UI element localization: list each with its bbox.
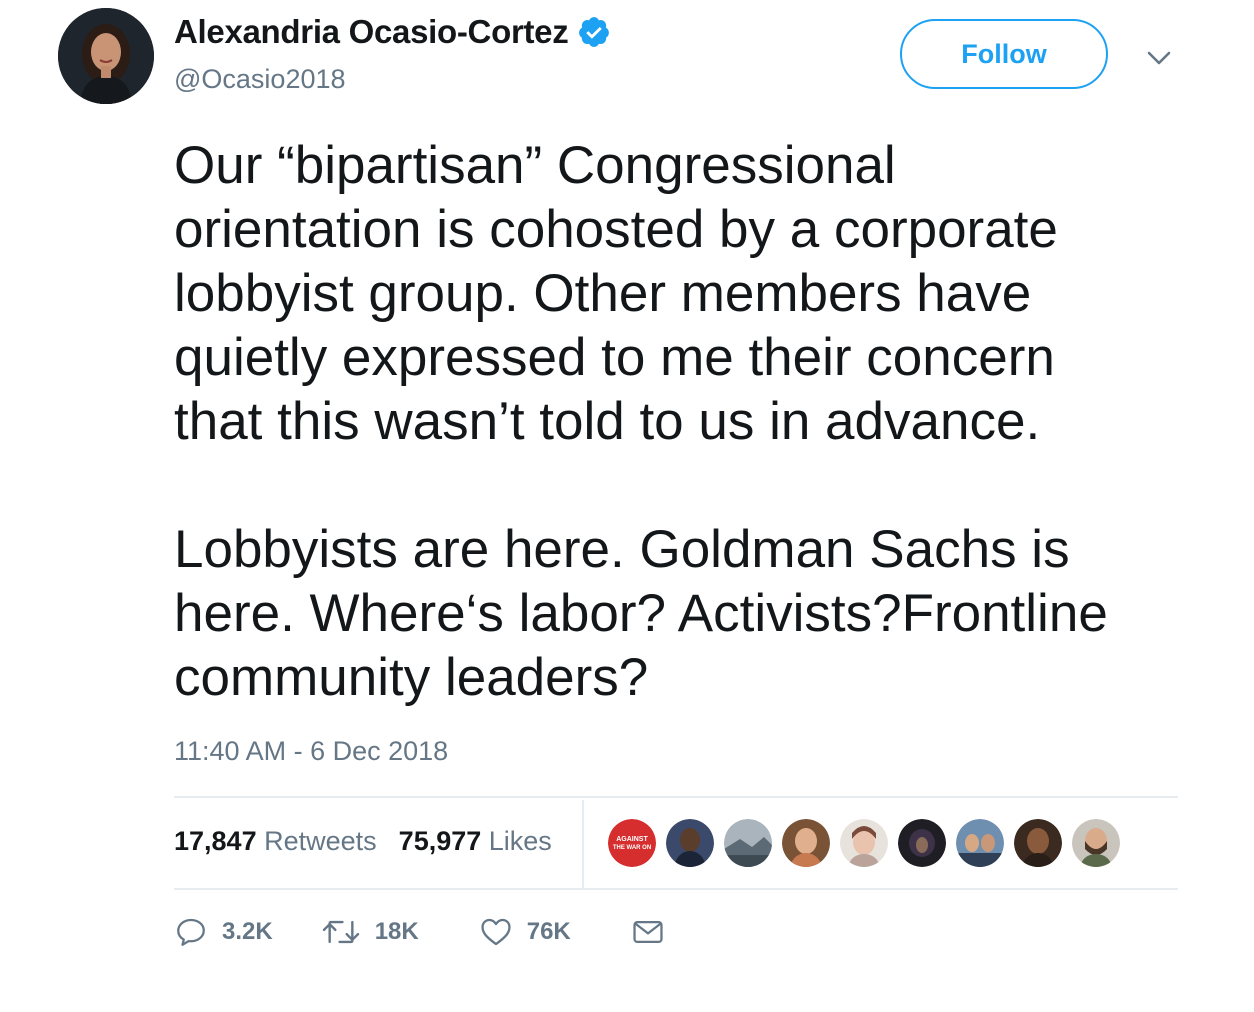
retweets-label: Retweets xyxy=(264,826,377,856)
tweet-text: Our “bipartisan” Congressional orientati… xyxy=(174,134,1204,710)
like-count: 76K xyxy=(526,918,571,945)
stats-bottom-divider xyxy=(174,888,1178,890)
author-avatar[interactable] xyxy=(58,8,154,104)
likes-label: Likes xyxy=(488,826,552,856)
liker-avatar-4[interactable] xyxy=(782,819,830,867)
direct-message-button[interactable] xyxy=(631,915,665,949)
liker-avatar-8[interactable] xyxy=(1014,819,1062,867)
heart-icon xyxy=(481,918,511,946)
retweet-count: 18K xyxy=(374,918,419,945)
author-name-row: Alexandria Ocasio-Cortez xyxy=(174,13,611,51)
liker-avatar-1[interactable]: AGAINST THE WAR ON xyxy=(608,819,656,867)
liker-avatar-3[interactable] xyxy=(724,819,772,867)
liker-avatar-2[interactable] xyxy=(666,819,714,867)
liker-avatar-1-text-1: AGAINST xyxy=(616,836,648,843)
liker-avatar-5[interactable] xyxy=(840,819,888,867)
reply-button[interactable]: 3.2K xyxy=(174,915,273,949)
envelope-icon xyxy=(633,920,663,944)
tweet-stats: 17,847 Retweets 75,977 Likes xyxy=(174,826,574,857)
reply-icon xyxy=(177,918,205,946)
author-display-name[interactable]: Alexandria Ocasio-Cortez xyxy=(174,13,569,51)
tweet-paragraph-1: Our “bipartisan” Congressional orientati… xyxy=(174,136,1058,451)
liker-avatar-6[interactable] xyxy=(898,819,946,867)
liker-avatars: AGAINST THE WAR ON xyxy=(608,819,1130,867)
tweet-paragraph-2: Lobbyists are here. Goldman Sachs is her… xyxy=(174,520,1108,707)
retweets-stat[interactable]: 17,847 Retweets xyxy=(174,826,377,857)
tweet-timestamp[interactable]: 11:40 AM - 6 Dec 2018 xyxy=(174,736,448,767)
author-handle[interactable]: @Ocasio2018 xyxy=(174,64,346,95)
retweets-count: 17,847 xyxy=(174,826,257,856)
liker-avatar-9[interactable] xyxy=(1072,819,1120,867)
chevron-down-icon[interactable] xyxy=(1144,46,1174,70)
stats-separator xyxy=(582,800,584,890)
likes-count: 75,977 xyxy=(398,826,482,856)
reply-count: 3.2K xyxy=(222,918,273,945)
like-button[interactable]: 76K xyxy=(479,915,571,949)
retweet-icon xyxy=(322,920,359,944)
follow-button[interactable]: Follow xyxy=(900,19,1108,89)
liker-avatar-7[interactable] xyxy=(956,819,1004,867)
retweet-button[interactable]: 18K xyxy=(321,915,419,949)
stats-top-divider xyxy=(174,796,1178,798)
liker-avatar-1-text-2: THE WAR ON xyxy=(613,845,651,851)
tweet-actions: 3.2K 18K 76K xyxy=(174,915,665,949)
verified-badge-icon xyxy=(577,15,611,49)
likes-stat[interactable]: 75,977 Likes xyxy=(399,826,552,857)
